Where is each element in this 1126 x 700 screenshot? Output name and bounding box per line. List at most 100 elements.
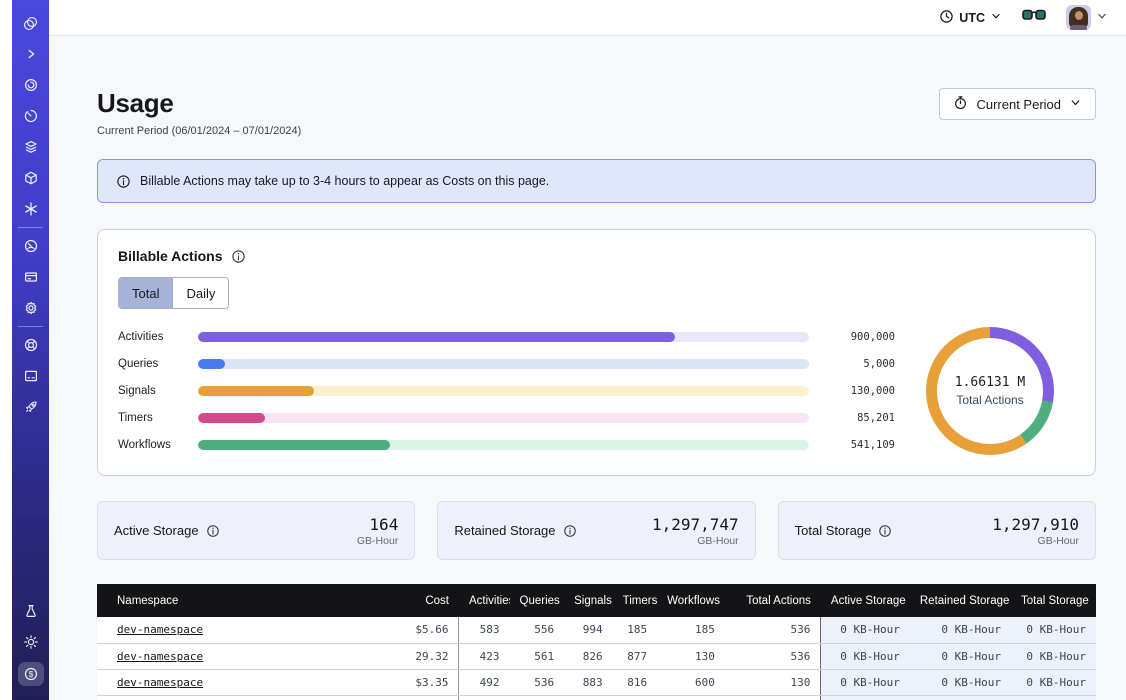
sun-icon[interactable]	[18, 631, 44, 653]
bar-label: Activities	[118, 331, 184, 343]
topbar: UTC	[49, 0, 1126, 36]
col-retained-storage: Retained Storage	[910, 584, 1011, 617]
total-storage-card: Total Storage 1,297,910 GB-Hour	[778, 501, 1096, 560]
sidebar-expand-chevron-icon[interactable]	[18, 43, 44, 65]
cell-retained-storage: 0 KB-Hour	[910, 617, 1011, 643]
billable-actions-title: Billable Actions	[118, 248, 223, 264]
stat-value: 1,297,910	[992, 515, 1079, 534]
cell-workflows: 130	[657, 643, 725, 669]
cell-retained-storage: 0 KB-Hour	[910, 643, 1011, 669]
lifebuoy-icon[interactable]	[18, 334, 44, 356]
cell-active-storage: 0 KB-Hour	[821, 617, 910, 643]
billable-actions-chart: Activities 900,000 Queries 5,000 Signals	[118, 327, 1075, 455]
donut-total-value: 1.66131 M	[955, 375, 1025, 390]
gauge-icon[interactable]	[18, 235, 44, 257]
tab-daily[interactable]: Daily	[172, 278, 228, 308]
cell-workflows: 185	[657, 617, 725, 643]
table-header-row: Namespace Cost Activities Queries Signal…	[97, 584, 1096, 617]
namespace-link[interactable]: dev-namespace	[117, 623, 203, 636]
flask-icon[interactable]	[18, 600, 44, 622]
bar-row-activities: Activities 900,000	[118, 332, 895, 342]
cube-icon[interactable]	[18, 167, 44, 189]
sidebar-divider	[18, 326, 43, 327]
chevron-down-icon	[990, 10, 1002, 25]
cell-cost: 29.32	[358, 643, 459, 669]
billable-actions-card: Billable Actions Total Daily Activities	[97, 229, 1096, 476]
dollar-coin-icon[interactable]: $	[18, 662, 44, 686]
account-menu[interactable]	[1066, 5, 1108, 30]
info-icon[interactable]	[878, 524, 892, 538]
bar-label: Queries	[118, 358, 184, 370]
cell-queries: 536	[510, 669, 565, 695]
bar-value: 541,109	[823, 439, 895, 451]
window-gutter	[0, 0, 12, 700]
banner-text: Billable Actions may take up to 3-4 hour…	[140, 174, 549, 188]
col-workflows: Workflows	[657, 584, 725, 617]
chevron-down-icon	[1069, 96, 1082, 112]
active-storage-card: Active Storage 164 GB-Hour	[97, 501, 415, 560]
cell-timers: 877	[613, 643, 657, 669]
asterisk-icon[interactable]	[18, 198, 44, 220]
info-icon[interactable]	[563, 524, 577, 538]
app-window: $ UTC	[0, 0, 1126, 700]
cell-active-storage: 0 KB-Hour	[821, 669, 910, 695]
stopwatch-icon	[953, 95, 968, 113]
cell-cost: $5.66	[358, 617, 459, 643]
namespaces-spiral-icon[interactable]	[18, 74, 44, 96]
bar-label: Timers	[118, 412, 184, 424]
bar-chart: Activities 900,000 Queries 5,000 Signals	[118, 332, 895, 450]
cell-activities: 492	[459, 669, 510, 695]
cell-signals: 883	[564, 669, 613, 695]
stat-label: Total Storage	[795, 523, 872, 538]
main-area: UTC	[49, 0, 1126, 700]
sidebar-divider	[18, 227, 43, 228]
cell-total-actions: 130	[725, 669, 821, 695]
cell-workflows: 600	[657, 669, 725, 695]
col-signals: Signals	[564, 584, 613, 617]
bar-fill	[198, 359, 225, 369]
col-timers: Timers	[613, 584, 657, 617]
bar-track	[198, 386, 809, 396]
gear-icon[interactable]	[18, 297, 44, 319]
info-icon[interactable]	[206, 524, 220, 538]
page-subtitle: Current Period (06/01/2024 – 07/01/2024)	[97, 125, 301, 137]
period-selector-button[interactable]: Current Period	[939, 88, 1096, 120]
credit-card-icon[interactable]	[18, 266, 44, 288]
cell-total-storage: 0 KB-Hour	[1011, 669, 1096, 695]
donut-caption: Total Actions	[956, 393, 1023, 407]
bar-value: 5,000	[823, 358, 895, 370]
rocket-icon[interactable]	[18, 396, 44, 418]
col-total-storage: Total Storage	[1011, 584, 1096, 617]
col-namespace: Namespace	[97, 584, 358, 617]
sidebar: $	[12, 0, 49, 700]
page-title: Usage	[97, 88, 301, 119]
timezone-selector[interactable]: UTC	[939, 9, 1002, 27]
cell-timers: 816	[613, 669, 657, 695]
bar-row-timers: Timers 85,201	[118, 413, 895, 423]
cell-signals: 826	[564, 643, 613, 669]
cell-queries: 561	[510, 643, 565, 669]
bar-row-queries: Queries 5,000	[118, 359, 895, 369]
bar-row-signals: Signals 130,000	[118, 386, 895, 396]
tab-total[interactable]: Total	[119, 278, 172, 308]
namespace-link[interactable]: dev-namespace	[117, 650, 203, 663]
cell-total-storage: 0 KB-Hour	[1011, 643, 1096, 669]
layers-icon[interactable]	[18, 136, 44, 158]
table-row-partial	[97, 695, 1096, 700]
history-clock-icon[interactable]	[18, 105, 44, 127]
bar-fill	[198, 440, 390, 450]
col-queries: Queries	[510, 584, 565, 617]
bar-fill	[198, 413, 265, 423]
stat-unit: GB-Hour	[992, 535, 1079, 547]
temporal-logo-icon[interactable]	[18, 12, 44, 34]
terminal-icon[interactable]	[18, 365, 44, 387]
reader-glasses-button[interactable]	[1022, 8, 1046, 27]
cell-cost: $3.35	[358, 669, 459, 695]
cell-activities: 423	[459, 643, 510, 669]
table-row: dev-namespace $3.35 492 536 883 816 600 …	[97, 669, 1096, 695]
stat-unit: GB-Hour	[652, 535, 739, 547]
billable-view-tabs: Total Daily	[118, 277, 229, 309]
namespace-link[interactable]: dev-namespace	[117, 676, 203, 689]
info-icon[interactable]	[231, 249, 246, 264]
cell-timers: 185	[613, 617, 657, 643]
